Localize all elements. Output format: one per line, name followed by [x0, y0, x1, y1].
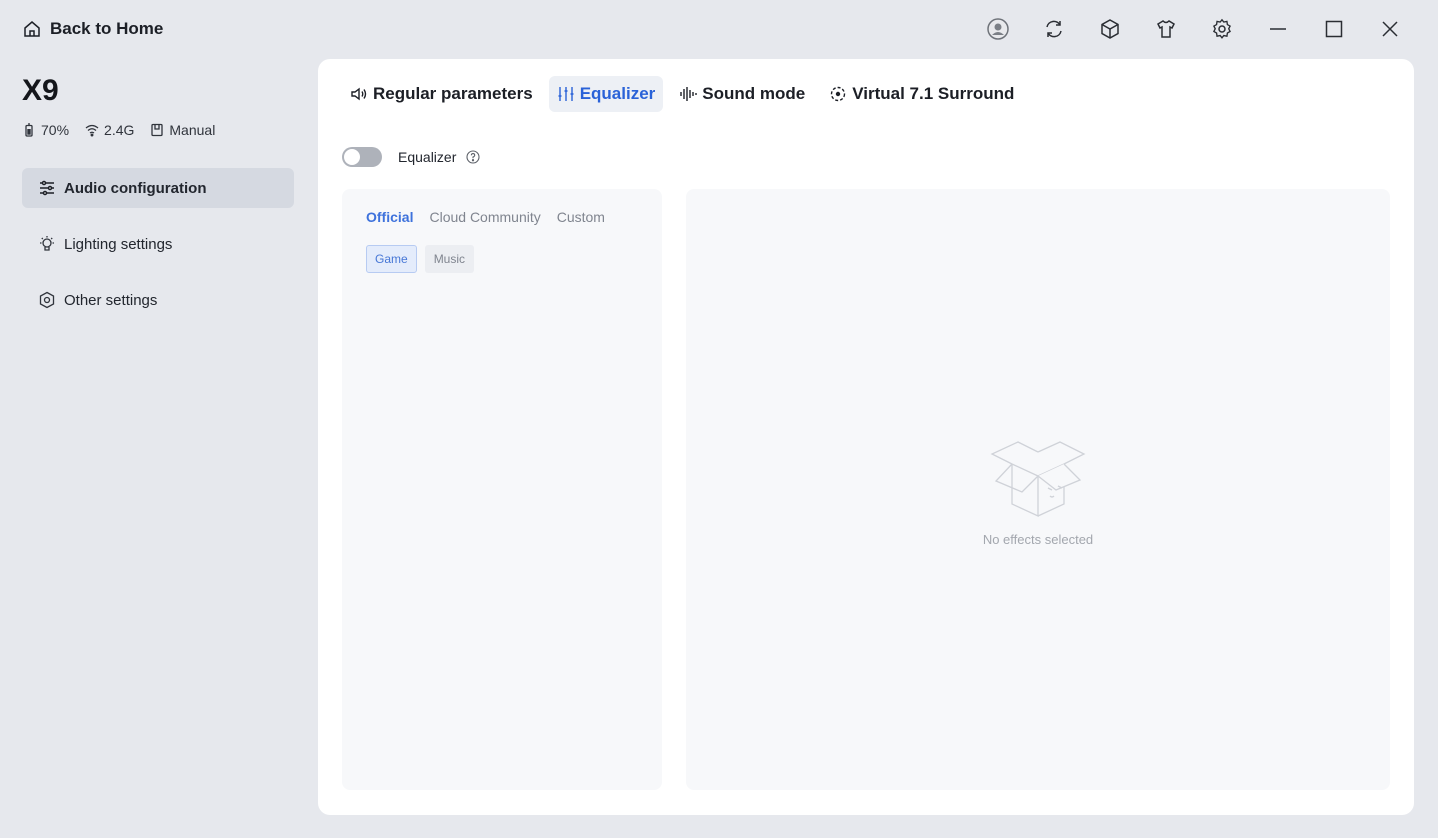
tab-label: Virtual 7.1 Surround	[852, 84, 1015, 103]
bulb-icon	[40, 236, 54, 251]
preset-source-tabs: Official Cloud Community Custom	[366, 209, 605, 225]
shirt-icon[interactable]	[1138, 14, 1194, 44]
category-chip-game[interactable]: Game	[366, 245, 417, 273]
sidebar-item-label: Lighting settings	[64, 235, 173, 253]
effect-detail-panel: No effects selected	[686, 189, 1390, 790]
preset-list-panel: Official Cloud Community Custom Game Mus…	[342, 189, 662, 790]
help-icon[interactable]	[466, 150, 480, 164]
main-panel: Regular parameters Equalizer Sound mode …	[318, 59, 1414, 815]
connection-value: 2.4G	[104, 122, 135, 138]
close-icon[interactable]	[1362, 14, 1418, 44]
tab-label: Equalizer	[579, 84, 656, 103]
connection-status: 2.4G	[85, 122, 134, 138]
speaker-icon	[351, 87, 367, 101]
sliders-icon	[40, 180, 54, 196]
back-to-home-button[interactable]: Back to Home	[22, 17, 163, 41]
tab-regular-parameters[interactable]: Regular parameters	[342, 76, 541, 112]
window-controls	[970, 14, 1418, 44]
equalizer-toggle-row: Equalizer	[342, 147, 480, 167]
equalizer-icon	[558, 87, 574, 101]
user-avatar-icon[interactable]	[970, 14, 1026, 44]
tab-virtual-surround[interactable]: Virtual 7.1 Surround	[821, 76, 1022, 112]
battery-status: 70%	[22, 122, 69, 138]
tab-equalizer[interactable]: Equalizer	[548, 76, 664, 112]
minimize-icon[interactable]	[1250, 14, 1306, 44]
tab-sound-mode[interactable]: Sound mode	[671, 76, 813, 112]
tab-label: Sound mode	[702, 84, 806, 103]
device-status: 70% 2.4G Manual	[22, 122, 215, 138]
surround-icon	[831, 86, 846, 102]
maximize-icon[interactable]	[1306, 14, 1362, 44]
category-chips: Game Music	[366, 245, 475, 273]
equalizer-toggle-label: Equalizer	[398, 149, 457, 165]
mode-status: Manual	[150, 122, 215, 138]
memory-card-icon	[151, 123, 164, 137]
sync-icon[interactable]	[1026, 14, 1082, 44]
mode-value: Manual	[169, 122, 216, 138]
sidebar-item-audio-configuration[interactable]: Audio configuration	[22, 168, 294, 208]
battery-value: 70%	[41, 122, 70, 138]
empty-box-icon	[990, 441, 1086, 518]
back-to-home-label: Back to Home	[50, 19, 164, 38]
equalizer-toggle[interactable]	[342, 147, 382, 167]
soundwave-icon	[680, 87, 697, 101]
preset-tab-official[interactable]: Official	[366, 209, 413, 225]
sidebar-item-label: Other settings	[64, 291, 158, 309]
empty-state: No effects selected	[686, 434, 1390, 547]
sidebar-item-label: Audio configuration	[64, 179, 207, 197]
cube-icon[interactable]	[1082, 14, 1138, 44]
tab-label: Regular parameters	[373, 84, 533, 103]
wifi-icon	[85, 124, 99, 137]
sidebar-item-other-settings[interactable]: Other settings	[22, 280, 294, 320]
empty-state-text: No effects selected	[982, 532, 1094, 547]
hexagon-gear-icon	[39, 291, 55, 309]
home-icon	[24, 21, 40, 37]
gear-icon[interactable]	[1194, 14, 1250, 44]
battery-icon	[25, 123, 33, 137]
preset-tab-custom[interactable]: Custom	[557, 209, 605, 225]
category-chip-music[interactable]: Music	[424, 245, 475, 273]
tab-bar: Regular parameters Equalizer Sound mode …	[342, 76, 1022, 112]
sidebar-item-lighting-settings[interactable]: Lighting settings	[22, 224, 294, 264]
preset-tab-cloud-community[interactable]: Cloud Community	[429, 209, 540, 225]
sidebar: Audio configuration Lighting settings Ot…	[22, 168, 294, 336]
device-name: X9	[22, 74, 59, 107]
